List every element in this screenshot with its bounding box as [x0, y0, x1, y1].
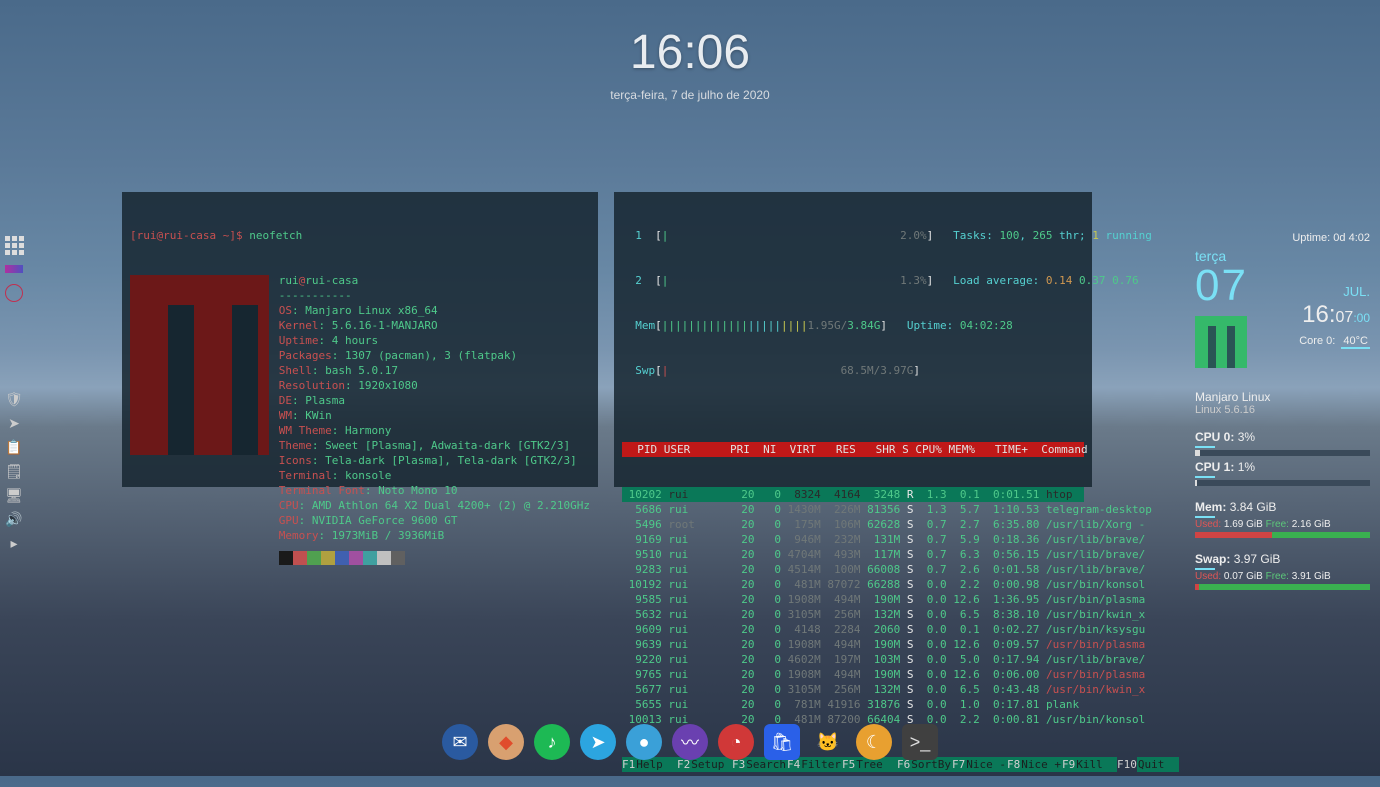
- wallpaper-clock: 16:06 terça-feira, 7 de julho de 2020: [610, 25, 769, 102]
- volume-icon[interactable]: 🔊: [3, 508, 25, 530]
- dock-cat[interactable]: 🐱: [810, 724, 846, 760]
- dock: ✉ ◆ ♪ ➤ ● 〰 ◔ 🛍 🐱 ☾ >_: [432, 718, 948, 766]
- shield-icon[interactable]: 🛡: [3, 388, 25, 410]
- dock-shopping[interactable]: 🛍: [764, 724, 800, 760]
- dock-spotify[interactable]: ♪: [534, 724, 570, 760]
- manjaro-logo: [130, 275, 269, 455]
- dock-globe[interactable]: ●: [626, 724, 662, 760]
- terminal-neofetch[interactable]: [rui@rui-casa ~]$ neofetch rui@rui-casa-…: [122, 192, 598, 487]
- expand-icon[interactable]: ▸: [3, 532, 25, 554]
- workspace-indicator[interactable]: [3, 258, 25, 280]
- clock-time: 16:06: [610, 25, 769, 80]
- clock-date: terça-feira, 7 de julho de 2020: [610, 88, 769, 102]
- dock-purple[interactable]: 〰: [672, 724, 708, 760]
- app-launcher[interactable]: [3, 234, 25, 256]
- circle-icon[interactable]: [3, 282, 25, 304]
- left-panel: 🛡 ➤ 📋 🗒 🖥 🔊 ▸: [0, 230, 28, 558]
- manjaro-widget-logo: [1195, 316, 1247, 368]
- dock-terminal[interactable]: >_: [902, 724, 938, 760]
- dock-red[interactable]: ◔: [718, 724, 754, 760]
- conky-widget: Uptime: 0d 4:02 terça 07 JUL. 16:07:00 C…: [1195, 232, 1370, 590]
- terminal-htop[interactable]: 1 [| 2.0%] Tasks: 100, 265 thr; 1 runnin…: [614, 192, 1092, 487]
- dock-thunderbird[interactable]: ✉: [442, 724, 478, 760]
- notes-icon[interactable]: 🗒: [3, 460, 25, 482]
- display-icon[interactable]: 🖥: [3, 484, 25, 506]
- clipboard-icon[interactable]: 📋: [3, 436, 25, 458]
- htop-header: PID USER PRI NI VIRT RES SHR S CPU% MEM%…: [622, 442, 1084, 457]
- telegram-tray-icon[interactable]: ➤: [3, 412, 25, 434]
- dock-telegram[interactable]: ➤: [580, 724, 616, 760]
- dock-weather[interactable]: ☾: [856, 724, 892, 760]
- dock-brave[interactable]: ◆: [488, 724, 524, 760]
